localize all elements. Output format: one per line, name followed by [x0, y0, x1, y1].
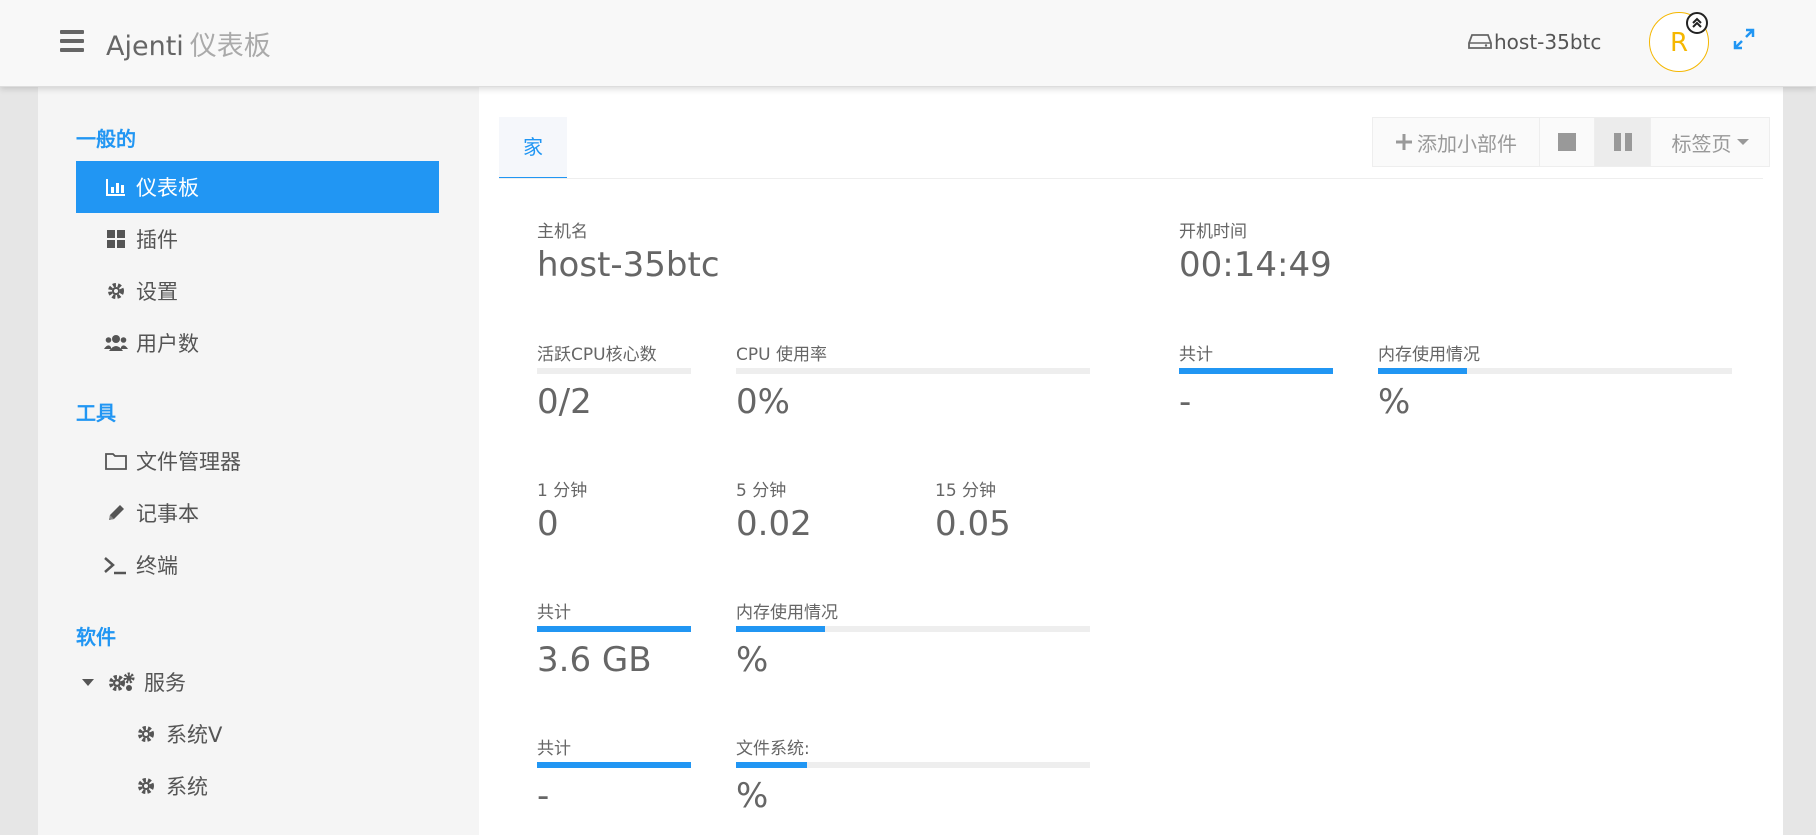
cpu-usage-label: CPU 使用率 [736, 345, 827, 365]
sidebar-item-users[interactable]: 用户数 [76, 317, 439, 369]
uptime-label: 开机时间 [1179, 222, 1247, 242]
memory-total-label: 共计 [537, 603, 571, 623]
load-5min-label: 5 分钟 [736, 481, 787, 501]
sidebar-item-notepad[interactable]: 记事本 [76, 487, 439, 539]
sidebar-item-system[interactable]: 系统 [76, 760, 439, 812]
sidebar-item-file-manager[interactable]: 文件管理器 [76, 435, 439, 487]
gears-icon [108, 670, 136, 694]
sidebar-item-label: 终端 [136, 554, 178, 578]
brand-subtitle: 仪表板 [189, 31, 271, 62]
load-5min-value: 0.02 [736, 504, 812, 544]
sidebar-item-plugins[interactable]: 插件 [76, 213, 439, 265]
memory-usage-value: % [736, 640, 769, 680]
menu-icon[interactable] [60, 30, 84, 52]
sidebar-item-settings[interactable]: 设置 [76, 265, 439, 317]
gear-icon [134, 774, 158, 798]
folder-icon [104, 449, 128, 473]
cpu-usage-value: 0% [736, 382, 790, 422]
uptime-value: 00:14:49 [1179, 245, 1332, 285]
fs-total-label: 共计 [537, 739, 571, 759]
memory-usage-label: 内存使用情况 [736, 603, 838, 623]
swap-total-bar [1179, 368, 1333, 374]
caret-down-icon[interactable] [80, 670, 96, 694]
memory-total-value: 3.6 GB [537, 640, 652, 680]
terminal-icon [104, 553, 128, 577]
sidebar-item-label: 用户数 [136, 332, 199, 356]
load-1min-value: 0 [537, 504, 559, 544]
section-general: 一般的 [76, 127, 136, 151]
columns-icon [1613, 133, 1632, 151]
tab-home[interactable]: 家 [499, 117, 567, 179]
sidebar-item-label: 仪表板 [136, 176, 199, 200]
sidebar-item-dashboard[interactable]: 仪表板 [76, 161, 439, 213]
tabs-dropdown[interactable]: 标签页 [1651, 118, 1769, 166]
plus-icon [1396, 134, 1412, 150]
gear-icon [104, 279, 128, 303]
add-widget-label: 添加小部件 [1417, 131, 1517, 156]
memory-usage-bar [736, 626, 1090, 632]
two-column-button[interactable] [1595, 118, 1651, 166]
main-content: 家 添加小部件 标签页 主机名 host-35btc 开机时间 00:14:49… [479, 87, 1783, 835]
top-header: Ajenti 仪表板 host-35btc R [0, 0, 1816, 87]
add-widget-button[interactable]: 添加小部件 [1373, 118, 1540, 166]
section-software: 软件 [76, 625, 116, 649]
tabs-label: 标签页 [1671, 131, 1732, 156]
fs-usage-label: 文件系统: [736, 739, 810, 759]
single-column-button[interactable] [1540, 118, 1595, 166]
dashboard-toolbar: 添加小部件 标签页 [1372, 117, 1770, 167]
fs-total-bar [537, 762, 691, 768]
sidebar-item-terminal[interactable]: 终端 [76, 539, 439, 591]
swap-usage-value: % [1378, 382, 1411, 422]
cpu-cores-label: 活跃CPU核心数 [537, 345, 657, 365]
grid-icon [104, 227, 128, 251]
sidebar-item-label: 记事本 [136, 502, 199, 526]
cpu-cores-value: 0/2 [537, 382, 592, 422]
users-icon [104, 331, 128, 355]
square-icon [1558, 133, 1576, 151]
sidebar-item-label: 插件 [136, 228, 178, 252]
host-link[interactable]: host-35btc [1468, 30, 1601, 54]
memory-total-bar [537, 626, 691, 632]
host-name: host-35btc [1494, 30, 1602, 54]
hostname-value: host-35btc [537, 245, 720, 285]
cpu-usage-bar [736, 368, 1090, 374]
chevron-double-up-icon[interactable] [1686, 12, 1708, 34]
sidebar-item-label: 设置 [136, 280, 178, 304]
fs-usage-value: % [736, 776, 769, 816]
expand-icon[interactable] [1733, 28, 1755, 50]
hostname-label: 主机名 [537, 222, 588, 242]
sidebar-item-services[interactable]: 服务 [76, 656, 439, 708]
app-title: Ajenti 仪表板 [106, 24, 271, 63]
pencil-icon [104, 501, 128, 525]
brand-name: Ajenti [106, 31, 184, 62]
sidebar-item-label: 服务 [144, 671, 186, 695]
fs-total-value: - [537, 776, 550, 816]
section-tools: 工具 [76, 401, 116, 425]
swap-total-value: - [1179, 382, 1192, 422]
sidebar: 一般的 仪表板 插件 设置 用户数 工具 文件管理器 记事本 终端 软件 服务 … [38, 87, 479, 835]
gear-icon [134, 722, 158, 746]
chart-bar-icon [104, 175, 128, 199]
swap-usage-bar [1378, 368, 1732, 374]
swap-usage-label: 内存使用情况 [1378, 345, 1480, 365]
swap-total-label: 共计 [1179, 345, 1213, 365]
load-15min-value: 0.05 [935, 504, 1011, 544]
sidebar-item-sysv[interactable]: 系统V [76, 708, 439, 760]
caret-down-icon [1736, 139, 1749, 145]
cpu-cores-bar [537, 368, 691, 374]
load-1min-label: 1 分钟 [537, 481, 588, 501]
sidebar-item-label: 系统V [166, 723, 223, 747]
sidebar-item-label: 文件管理器 [136, 450, 241, 474]
tab-divider [499, 178, 1763, 179]
fs-usage-bar [736, 762, 1090, 768]
load-15min-label: 15 分钟 [935, 481, 997, 501]
sidebar-item-label: 系统 [166, 775, 208, 799]
server-icon [1468, 34, 1492, 49]
